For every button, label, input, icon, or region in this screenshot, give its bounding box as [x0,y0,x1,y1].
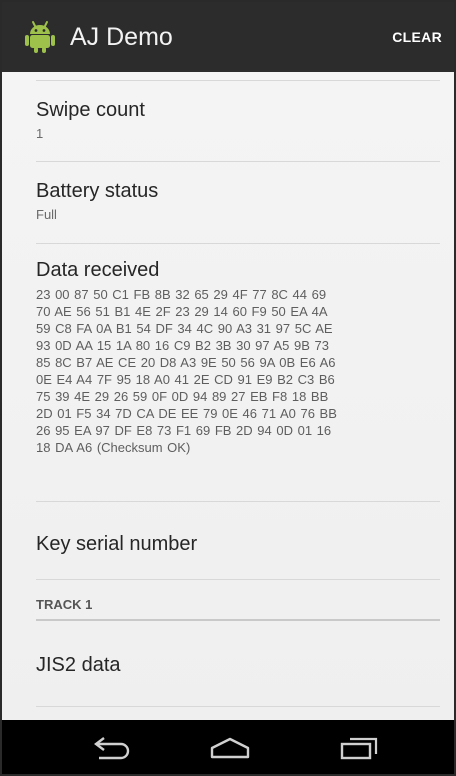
divider [36,706,440,707]
home-icon [210,737,250,759]
item-title: JIS2 data [36,654,121,676]
list-item-data-received[interactable]: Data received 23 00 87 50 C1 FB 8B 32 65… [36,258,440,456]
item-title: Data received [36,259,160,281]
section-divider [36,619,440,621]
section-header-track-1: TRACK 1 [36,597,93,612]
data-received-hex: 23 00 87 50 C1 FB 8B 32 65 29 4F 77 8C 4… [36,287,337,455]
list-item-swipe-count[interactable]: Swipe count 1 [36,98,440,142]
divider [36,579,440,580]
divider [36,501,440,502]
action-bar: AJ Demo CLEAR [2,2,454,72]
clear-button[interactable]: CLEAR [388,21,446,53]
navigation-bar [2,720,454,774]
recents-button[interactable] [323,728,393,768]
home-button[interactable] [195,728,265,768]
back-icon [94,737,130,760]
recents-icon [340,737,378,760]
item-value: Full [36,207,57,222]
divider [36,161,440,162]
item-value: 1 [36,126,44,141]
app-screen: AJ Demo CLEAR Swipe count 1 Battery stat… [0,0,456,776]
item-title: Swipe count [36,99,145,121]
list-item-jis2-data[interactable]: JIS2 data [36,653,440,677]
android-robot-icon [22,19,58,55]
back-button[interactable] [76,728,146,768]
list-item-battery-status[interactable]: Battery status Full [36,179,440,223]
divider [36,80,440,81]
app-title: AJ Demo [70,22,173,51]
divider [36,243,440,244]
item-title: Key serial number [36,533,198,555]
content-list[interactable]: Swipe count 1 Battery status Full Data r… [2,72,454,720]
list-item-key-serial-number[interactable]: Key serial number [36,532,440,556]
item-title: Battery status [36,180,159,202]
